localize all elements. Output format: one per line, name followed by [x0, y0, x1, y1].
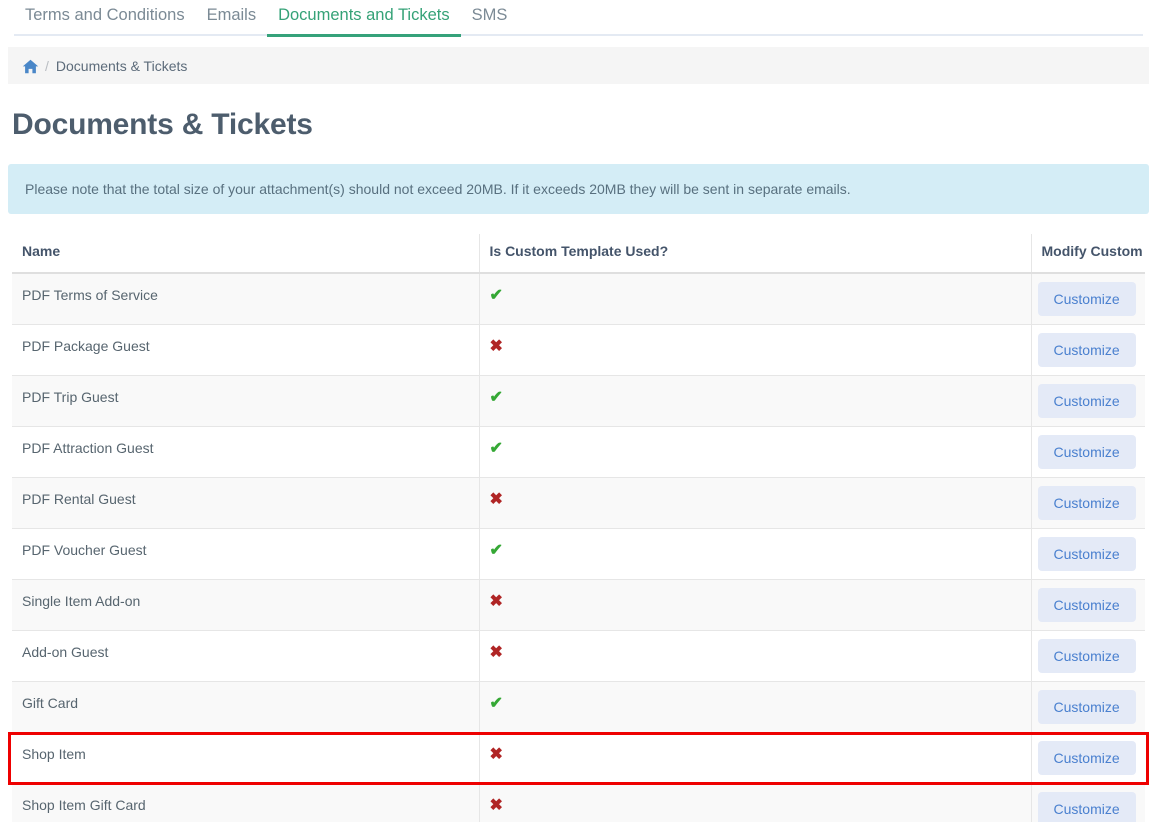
table-row: Shop Item ✖ Customize: [12, 732, 1145, 784]
customize-button[interactable]: Customize: [1037, 435, 1136, 469]
cell-is-custom-template-used: ✔: [479, 681, 1032, 733]
cell-document-name: Gift Card: [12, 681, 480, 733]
table-row: Add-on Guest ✖ Customize: [12, 630, 1145, 682]
breadcrumb-current: Documents & Tickets: [55, 57, 188, 74]
column-header-name: Name: [12, 234, 480, 274]
table-row: PDF Terms of Service ✔ Customize: [12, 273, 1145, 325]
cross-icon: ✖: [489, 338, 503, 355]
cell-document-name: PDF Attraction Guest: [12, 426, 480, 478]
cell-is-custom-template-used: ✖: [479, 324, 1032, 376]
cross-icon: ✖: [489, 644, 503, 661]
check-icon: ✔: [489, 389, 503, 406]
customize-button[interactable]: Customize: [1037, 384, 1136, 418]
cross-icon: ✖: [489, 797, 503, 814]
table-header: Name Is Custom Template Used? Modify Cus…: [12, 234, 1145, 274]
tab-sms[interactable]: SMS: [461, 0, 519, 37]
customize-button[interactable]: Customize: [1037, 486, 1136, 520]
page-title: Documents & Tickets: [12, 108, 313, 141]
cell-document-name: Add-on Guest: [12, 630, 480, 682]
cell-modify-custom-template: Customize: [1031, 426, 1145, 478]
customize-button[interactable]: Customize: [1037, 741, 1136, 775]
customize-button[interactable]: Customize: [1037, 588, 1136, 622]
cell-modify-custom-template: Customize: [1031, 681, 1145, 733]
customize-button[interactable]: Customize: [1037, 282, 1136, 316]
cell-modify-custom-template: Customize: [1031, 630, 1145, 682]
cell-is-custom-template-used: ✔: [479, 375, 1032, 427]
cell-modify-custom-template: Customize: [1031, 273, 1145, 325]
check-icon: ✔: [489, 695, 503, 712]
alert-message: Please note that the total size of your …: [25, 181, 851, 197]
tab-emails[interactable]: Emails: [196, 0, 268, 37]
cell-is-custom-template-used: ✖: [479, 477, 1032, 529]
check-icon: ✔: [489, 440, 503, 457]
cross-icon: ✖: [489, 593, 503, 610]
cell-modify-custom-template: Customize: [1031, 732, 1145, 784]
cell-is-custom-template-used: ✖: [479, 630, 1032, 682]
cell-document-name: PDF Package Guest: [12, 324, 480, 376]
cell-document-name: Shop Item: [12, 732, 480, 784]
cell-document-name: PDF Terms of Service: [12, 273, 480, 325]
cell-is-custom-template-used: ✔: [479, 273, 1032, 325]
cell-is-custom-template-used: ✖: [479, 732, 1032, 784]
cell-is-custom-template-used: ✔: [479, 528, 1032, 580]
check-icon: ✔: [489, 287, 503, 304]
home-icon[interactable]: [22, 59, 39, 74]
cell-is-custom-template-used: ✖: [479, 579, 1032, 631]
cell-document-name: PDF Rental Guest: [12, 477, 480, 529]
customize-button[interactable]: Customize: [1037, 333, 1136, 367]
breadcrumb-separator: /: [45, 57, 49, 74]
documents-table-container: Name Is Custom Template Used? Modify Cus…: [8, 234, 1149, 822]
cell-modify-custom-template: Customize: [1031, 783, 1145, 822]
cell-document-name: Shop Item Gift Card: [12, 783, 480, 822]
cell-document-name: PDF Trip Guest: [12, 375, 480, 427]
table-row: PDF Rental Guest ✖ Customize: [12, 477, 1145, 529]
attachment-size-alert: Please note that the total size of your …: [8, 164, 1149, 214]
table-row: PDF Package Guest ✖ Customize: [12, 324, 1145, 376]
customize-button[interactable]: Customize: [1037, 792, 1136, 822]
table-row: PDF Attraction Guest ✔ Customize: [12, 426, 1145, 478]
table-row: PDF Trip Guest ✔ Customize: [12, 375, 1145, 427]
check-icon: ✔: [489, 542, 503, 559]
table-header-row: Name Is Custom Template Used? Modify Cus…: [12, 234, 1145, 274]
cell-modify-custom-template: Customize: [1031, 528, 1145, 580]
cell-is-custom-template-used: ✖: [479, 783, 1032, 822]
cell-is-custom-template-used: ✔: [479, 426, 1032, 478]
breadcrumb: / Documents & Tickets: [8, 47, 1149, 84]
table-row: PDF Voucher Guest ✔ Customize: [12, 528, 1145, 580]
tab-terms-and-conditions[interactable]: Terms and Conditions: [14, 0, 196, 37]
primary-tab-bar: Terms and Conditions Emails Documents an…: [0, 0, 1157, 37]
cell-modify-custom-template: Customize: [1031, 477, 1145, 529]
cell-modify-custom-template: Customize: [1031, 324, 1145, 376]
customize-button[interactable]: Customize: [1037, 690, 1136, 724]
cell-modify-custom-template: Customize: [1031, 375, 1145, 427]
cell-modify-custom-template: Customize: [1031, 579, 1145, 631]
cross-icon: ✖: [489, 746, 503, 763]
table-row: Shop Item Gift Card ✖ Customize: [12, 783, 1145, 822]
customize-button[interactable]: Customize: [1037, 537, 1136, 571]
customize-button[interactable]: Customize: [1037, 639, 1136, 673]
table-row: Single Item Add-on ✖ Customize: [12, 579, 1145, 631]
cell-document-name: Single Item Add-on: [12, 579, 480, 631]
table-row: Gift Card ✔ Customize: [12, 681, 1145, 733]
cross-icon: ✖: [489, 491, 503, 508]
column-header-is-custom-template-used: Is Custom Template Used?: [479, 234, 1032, 274]
tab-documents-and-tickets[interactable]: Documents and Tickets: [267, 0, 461, 37]
documents-table: Name Is Custom Template Used? Modify Cus…: [12, 234, 1145, 822]
table-body: PDF Terms of Service ✔ Customize PDF Packag…: [12, 273, 1145, 822]
column-header-modify-custom-template: Modify Custom Ter: [1031, 234, 1145, 274]
cell-document-name: PDF Voucher Guest: [12, 528, 480, 580]
